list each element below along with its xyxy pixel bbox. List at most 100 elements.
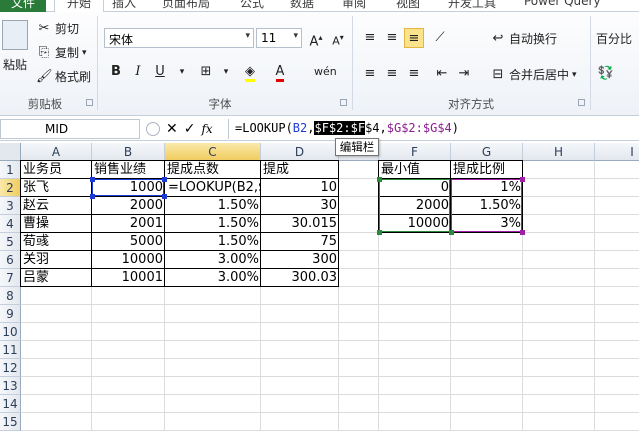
- cell-b3[interactable]: 2000: [92, 197, 165, 215]
- row-header-13[interactable]: 13: [0, 377, 21, 395]
- orientation-icon[interactable]: ⟋: [430, 28, 450, 48]
- resize-handle[interactable]: [520, 177, 525, 182]
- expand-icon[interactable]: [146, 122, 160, 136]
- tab-data[interactable]: 数据: [290, 0, 314, 11]
- resize-handle[interactable]: [377, 177, 382, 182]
- number-format-select[interactable]: 百分比: [596, 30, 632, 47]
- paste-button[interactable]: 粘贴: [0, 16, 30, 76]
- spreadsheet-grid[interactable]: ABCDEFGHI123456789101112131415业务员销售业绩提成点…: [0, 143, 639, 444]
- cell-c7[interactable]: 3.00%: [165, 269, 261, 287]
- align-middle-icon[interactable]: ≡: [382, 28, 402, 48]
- align-bottom-icon[interactable]: ≡: [404, 28, 424, 48]
- cell-a7[interactable]: 吕蒙: [21, 269, 92, 287]
- cancel-icon[interactable]: ✕: [166, 121, 178, 137]
- row-header-7[interactable]: 7: [0, 269, 21, 287]
- font-name-select[interactable]: 宋体 ▾: [104, 28, 254, 48]
- tab-page-layout[interactable]: 页面布局: [162, 0, 210, 11]
- row-header-5[interactable]: 5: [0, 233, 21, 251]
- cell-d2[interactable]: 10: [261, 179, 339, 197]
- cell-f4[interactable]: 10000: [379, 215, 451, 233]
- cell-a3[interactable]: 赵云: [21, 197, 92, 215]
- grow-font-button[interactable]: A▴: [306, 28, 326, 49]
- cell-d3[interactable]: 30: [261, 197, 339, 215]
- cell-a4[interactable]: 曹操: [21, 215, 92, 233]
- cell-b2[interactable]: 1000: [92, 179, 165, 197]
- align-center-icon[interactable]: ≡: [382, 64, 402, 84]
- clipboard-launcher-icon[interactable]: [86, 99, 93, 106]
- column-header-i[interactable]: I: [595, 143, 639, 161]
- column-header-a[interactable]: A: [21, 143, 92, 161]
- italic-button[interactable]: I: [128, 62, 148, 82]
- fill-color-icon[interactable]: ◈: [240, 62, 260, 82]
- row-header-14[interactable]: 14: [0, 395, 21, 413]
- row-header-3[interactable]: 3: [0, 197, 21, 215]
- resize-handle[interactable]: [162, 177, 167, 182]
- resize-handle[interactable]: [377, 230, 382, 235]
- cell-b1[interactable]: 销售业绩: [92, 161, 165, 179]
- align-top-icon[interactable]: ≡: [360, 28, 380, 48]
- cell-b6[interactable]: 10000: [92, 251, 165, 269]
- cut-button[interactable]: ✂ 剪切: [36, 20, 79, 37]
- underline-button[interactable]: U: [150, 62, 170, 82]
- cell-f2[interactable]: 0: [379, 179, 451, 197]
- resize-handle[interactable]: [449, 230, 454, 235]
- row-header-2[interactable]: 2: [0, 179, 21, 197]
- tab-view[interactable]: 视图: [396, 0, 420, 11]
- merge-center-button[interactable]: ⊟ 合并后居中 ▾: [490, 66, 577, 83]
- font-color-icon[interactable]: A: [270, 62, 290, 82]
- row-header-11[interactable]: 11: [0, 341, 21, 359]
- column-header-d[interactable]: D: [261, 143, 339, 161]
- row-header-6[interactable]: 6: [0, 251, 21, 269]
- tab-insert[interactable]: 插入: [112, 0, 136, 11]
- cell-c6[interactable]: 3.00%: [165, 251, 261, 269]
- wrap-text-button[interactable]: ↩ 自动换行: [490, 30, 557, 47]
- cell-g2[interactable]: 1%: [451, 179, 523, 197]
- row-header-8[interactable]: 8: [0, 287, 21, 305]
- phonetic-icon[interactable]: wén: [314, 62, 337, 82]
- cell-g3[interactable]: 1.50%: [451, 197, 523, 215]
- column-header-h[interactable]: H: [523, 143, 595, 161]
- cell-c2[interactable]: =LOOKUP(B2,$: [165, 179, 261, 197]
- cell-f3[interactable]: 2000: [379, 197, 451, 215]
- currency-icon[interactable]: 💱: [596, 64, 616, 84]
- resize-handle[interactable]: [90, 177, 95, 182]
- resize-handle[interactable]: [520, 230, 525, 235]
- cell-c1[interactable]: 提成点数: [165, 161, 261, 179]
- cell-a6[interactable]: 关羽: [21, 251, 92, 269]
- column-header-g[interactable]: G: [451, 143, 523, 161]
- align-left-icon[interactable]: ≡: [360, 64, 380, 84]
- column-header-b[interactable]: B: [92, 143, 165, 161]
- cell-b4[interactable]: 2001: [92, 215, 165, 233]
- format-painter-button[interactable]: 🖌 格式刷: [36, 68, 91, 85]
- insert-function-icon[interactable]: fx: [201, 122, 212, 136]
- cell-b5[interactable]: 5000: [92, 233, 165, 251]
- bold-button[interactable]: B: [106, 62, 126, 82]
- resize-handle[interactable]: [162, 194, 167, 199]
- row-header-9[interactable]: 9: [0, 305, 21, 323]
- cell-a2[interactable]: 张飞: [21, 179, 92, 197]
- row-header-12[interactable]: 12: [0, 359, 21, 377]
- cell-d4[interactable]: 30.015: [261, 215, 339, 233]
- borders-icon[interactable]: ⊞: [196, 62, 216, 82]
- tab-file[interactable]: 文件: [0, 0, 46, 12]
- row-header-10[interactable]: 10: [0, 323, 21, 341]
- chevron-down-icon[interactable]: ▾: [172, 62, 192, 82]
- cell-c3[interactable]: 1.50%: [165, 197, 261, 215]
- cell-a1[interactable]: 业务员: [21, 161, 92, 179]
- cell-g1[interactable]: 提成比例: [451, 161, 523, 179]
- copy-button[interactable]: ⎘ 复制 ▾: [36, 44, 87, 61]
- cell-f1[interactable]: 最小值: [379, 161, 451, 179]
- resize-handle[interactable]: [90, 194, 95, 199]
- select-all-corner[interactable]: [0, 143, 21, 161]
- enter-icon[interactable]: ✓: [184, 121, 196, 137]
- column-header-f[interactable]: F: [379, 143, 451, 161]
- tab-developer[interactable]: 开发工具: [448, 0, 496, 11]
- tab-review[interactable]: 审阅: [342, 0, 366, 11]
- font-launcher-icon[interactable]: [340, 99, 347, 106]
- cell-a5[interactable]: 荀彧: [21, 233, 92, 251]
- alignment-launcher-icon[interactable]: [578, 99, 585, 106]
- column-header-c[interactable]: C: [165, 143, 261, 161]
- cell-d6[interactable]: 300: [261, 251, 339, 269]
- cell-d1[interactable]: 提成: [261, 161, 339, 179]
- shrink-font-button[interactable]: A▾: [328, 28, 348, 48]
